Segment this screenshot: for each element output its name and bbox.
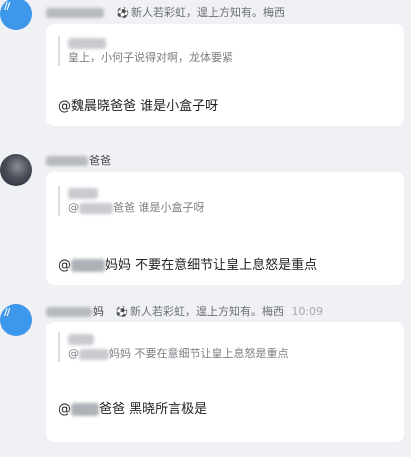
quoted-message[interactable]: @ 妈妈 不要在意细节让皇上息怒是重点: [58, 332, 392, 362]
reply-text: @魏晨晓爸爸 谁是小盒子呀: [58, 99, 219, 114]
reply-body: 妈妈 不要在意细节让皇上息怒是重点: [105, 258, 318, 273]
avatar[interactable]: //: [0, 304, 32, 336]
mention-prefix: @: [68, 201, 79, 214]
redacted-mention: [71, 259, 105, 272]
quote-text: @ 妈妈 不要在意细节让皇上息怒是重点: [68, 346, 392, 362]
quoted-message[interactable]: 皇上，小何子说得对啊，龙体要紧: [58, 36, 392, 66]
redacted-mention: [71, 403, 99, 416]
avatar[interactable]: //: [0, 0, 32, 30]
avatar[interactable]: [0, 154, 32, 186]
redacted-sender-name: [46, 156, 88, 166]
signature-text: 新人若彩虹，遑上方知有。梅西: [130, 6, 285, 19]
message-bubble[interactable]: @ 爸爸 谁是小盒子呀 @ 妈妈 不要在意细节让皇上息怒是重点: [46, 172, 404, 285]
message-meta: 妈 ⚽ 新人若彩虹，遑上方知有。梅西 10:09: [46, 303, 323, 319]
avatar-glyph: //: [4, 307, 10, 318]
sender-name: 爸爸: [89, 154, 111, 167]
reply-text: @ 妈妈 不要在意细节让皇上息怒是重点: [58, 254, 317, 273]
mention-prefix: @: [58, 258, 71, 273]
message-bubble[interactable]: 皇上，小何子说得对啊，龙体要紧 @魏晨晓爸爸 谁是小盒子呀: [46, 24, 404, 126]
redacted-mention: [79, 202, 113, 214]
message-bubble[interactable]: @ 妈妈 不要在意细节让皇上息怒是重点 @ 爸爸 黑晓所言极是: [46, 322, 404, 442]
soccer-ball-icon: ⚽: [115, 307, 128, 318]
message-meta: 爸爸: [46, 152, 111, 168]
reply-text: @ 爸爸 黑晓所言极是: [58, 398, 207, 417]
quote-text: 皇上，小何子说得对啊，龙体要紧: [68, 51, 233, 64]
quote-body: 妈妈 不要在意细节让皇上息怒是重点: [109, 347, 289, 360]
message-time: 10:09: [291, 305, 324, 318]
mention-prefix: @: [58, 402, 71, 417]
redacted-sender-name: [46, 307, 92, 317]
quote-text: @ 爸爸 谁是小盒子呀: [68, 200, 392, 216]
reply-body: 爸爸 黑晓所言极是: [99, 402, 208, 417]
quoted-message[interactable]: @ 爸爸 谁是小盒子呀: [58, 186, 392, 216]
redacted-quote-author: [68, 333, 94, 345]
sender-name: 妈: [93, 305, 104, 318]
quote-author: [68, 332, 392, 346]
quote-author: [68, 186, 392, 200]
quote-body: 爸爸 谁是小盒子呀: [113, 201, 205, 214]
redacted-mention: [79, 348, 109, 360]
sender-signature: ⚽ 新人若彩虹，遑上方知有。梅西: [116, 305, 288, 318]
avatar-glyph: //: [4, 1, 10, 12]
sender-signature: ⚽ 新人若彩虹，遑上方知有。梅西: [117, 6, 285, 19]
redacted-quote-author: [68, 37, 106, 49]
soccer-ball-icon: ⚽: [116, 8, 129, 19]
redacted-sender-name: [46, 8, 104, 18]
mention-prefix: @: [68, 347, 79, 360]
redacted-quote-author: [68, 187, 98, 199]
signature-text: 新人若彩虹，遑上方知有。梅西: [129, 305, 284, 318]
message-meta: ⚽ 新人若彩虹，遑上方知有。梅西: [46, 4, 285, 20]
quote-author: [68, 36, 392, 50]
